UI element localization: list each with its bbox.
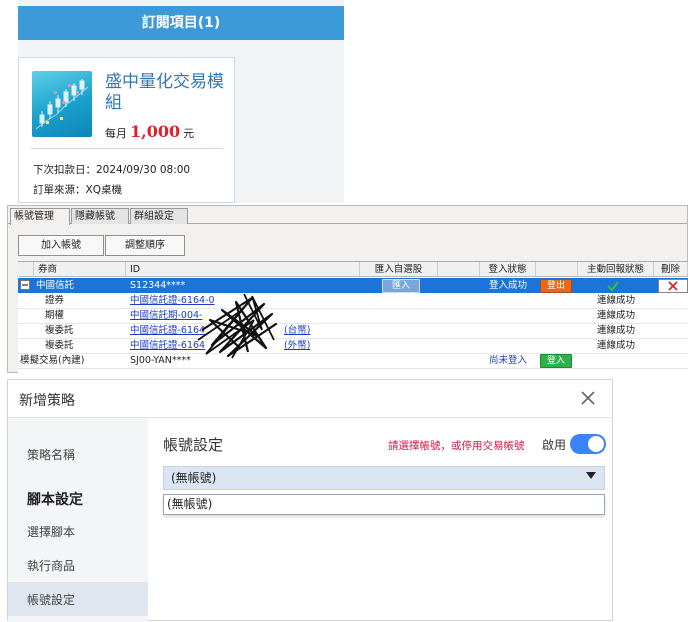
dialog-sidebar: 策略名稱 腳本設定 選擇腳本 執行商品 帳號設定 [8, 418, 148, 622]
table-row[interactable]: 複委託 中國信託證-6164 (外幣) 連線成功 [18, 338, 688, 354]
sidebar-item-exec-product[interactable]: 執行商品 [27, 557, 75, 574]
sidebar-item-account-settings[interactable]: 帳號設定 [27, 591, 75, 608]
col-report-status[interactable]: 主動回報狀態 [578, 262, 654, 277]
broker-cell: 證券 [45, 295, 65, 306]
broker-cell: 中國信託 [36, 280, 75, 291]
enable-label: 啟用 [542, 438, 567, 452]
col-broker[interactable]: 券商 [34, 262, 126, 277]
price-prefix: 每月 [105, 127, 127, 140]
header-blank-2 [536, 262, 578, 277]
col-import[interactable]: 匯入自選股 [360, 262, 438, 277]
tab-hidden-accounts[interactable]: 隱藏帳號 [71, 208, 129, 224]
order-source: 訂單來源：XQ桌機 [33, 184, 122, 196]
col-id[interactable]: ID [126, 262, 360, 277]
table-row[interactable]: 模擬交易(內建) SJ00-YAN**** 尚未登入 登入 [18, 353, 688, 369]
candlestick-chart-icon [32, 71, 92, 137]
dropdown-option[interactable]: (無帳號) [163, 494, 605, 515]
table-row[interactable]: 中國信託 S12344**** 匯入 登入成功 登出 [18, 278, 688, 293]
currency-tag[interactable]: (台幣) [284, 323, 334, 338]
currency-tag[interactable]: (外幣) [284, 338, 334, 353]
col-login-status[interactable]: 登入狀態 [480, 262, 536, 277]
col-delete[interactable]: 刪除 [654, 262, 688, 277]
table-row[interactable]: 期權 中國信託期-004- 連線成功 [18, 308, 688, 324]
reorder-button[interactable]: 調整順序 [105, 235, 185, 256]
login-status: 登入成功 [488, 280, 527, 291]
header-spacer [18, 262, 34, 277]
login-button[interactable]: 登入 [540, 354, 572, 368]
account-select[interactable]: (無帳號) [163, 466, 605, 490]
sidebar-item-choose-script[interactable]: 選擇腳本 [27, 523, 75, 540]
redaction-scribble [197, 293, 278, 359]
card-divider [31, 148, 223, 149]
broker-cell: 複委託 [45, 325, 74, 336]
product-name[interactable]: 盛中量化交易模組 [105, 72, 231, 114]
toggle-knob [588, 436, 604, 452]
sidebar-item-strategy-name[interactable]: 策略名稱 [27, 446, 75, 463]
account-tabs: 帳號管理 隱藏帳號 群組設定 [8, 206, 687, 225]
broker-cell: 複委託 [45, 340, 74, 351]
price-suffix: 元 [183, 127, 195, 140]
header-blank [438, 262, 480, 277]
add-account-button[interactable]: 加入帳號 [18, 235, 104, 256]
green-check-icon [606, 278, 626, 293]
import-button[interactable]: 匯入 [382, 279, 420, 293]
section-title: 帳號設定 [163, 436, 224, 454]
price-line: 每月 1,000 元 [105, 122, 231, 141]
account-manager-panel: 帳號管理 隱藏帳號 群組設定 加入帳號 調整順序 券商 ID 匯入自選股 登入狀… [7, 205, 688, 374]
report-status: 連線成功 [596, 325, 635, 336]
tab-account-management[interactable]: 帳號管理 [10, 208, 70, 225]
report-status: 連線成功 [596, 340, 635, 351]
account-grid: 券商 ID 匯入自選股 登入狀態 主動回報狀態 刪除 中國信託 S12344**… [18, 261, 688, 374]
table-row[interactable]: 證券 中國信託證-6164-0 連線成功 [18, 293, 688, 309]
subscription-card[interactable]: 盛中量化交易模組 每月 1,000 元 下次扣款日：2024/09/30 08:00… [18, 57, 235, 203]
report-status: 連線成功 [596, 310, 635, 321]
broker-cell: 模擬交易(內建) [20, 355, 85, 366]
warning-text: 請選擇帳號，或停用交易帳號 [388, 440, 525, 452]
logout-button[interactable]: 登出 [540, 279, 572, 293]
dialog-title: 新增策略 [19, 393, 75, 409]
broker-cell: 期權 [45, 310, 65, 321]
minus-box-icon[interactable] [20, 278, 32, 293]
close-icon[interactable] [576, 386, 600, 410]
red-x-icon[interactable] [658, 279, 688, 293]
report-status: 連線成功 [596, 295, 635, 306]
new-strategy-dialog: 新增策略 策略名稱 腳本設定 選擇腳本 執行商品 帳號設定 帳號設定 請選擇帳號… [7, 379, 613, 622]
enable-toggle[interactable] [570, 434, 606, 454]
sidebar-section-script: 腳本設定 [27, 492, 83, 508]
price-amount: 1,000 [130, 122, 181, 141]
next-charge-date: 下次扣款日：2024/09/30 08:00 [33, 164, 191, 176]
grid-header: 券商 ID 匯入自選股 登入狀態 主動回報狀態 刪除 [18, 262, 688, 277]
login-status: 尚未登入 [488, 355, 527, 366]
subscription-panel: 訂閱項目(1) 盛中量化交易模組 每月 1,000 元 下次扣款日：2024/0… [18, 0, 344, 203]
subscription-header: 訂閱項目(1) [18, 6, 344, 40]
table-row[interactable]: 複委託 中國信託證-6164 (台幣) 連線成功 [18, 323, 688, 339]
caret-down-icon[interactable] [586, 470, 596, 483]
tab-group-settings[interactable]: 群組設定 [130, 208, 188, 224]
